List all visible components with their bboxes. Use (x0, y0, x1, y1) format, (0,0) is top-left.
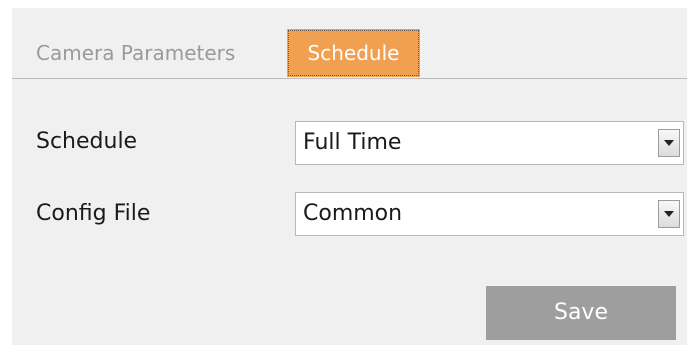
schedule-label: Schedule (36, 129, 138, 154)
config-file-label: Config File (36, 201, 151, 226)
chevron-down-icon[interactable] (658, 129, 680, 157)
schedule-select-value: Full Time (303, 130, 402, 155)
tab-schedule[interactable]: Schedule (287, 29, 420, 77)
schedule-select[interactable]: Full Time (295, 121, 684, 165)
config-file-select-value: Common (303, 201, 403, 226)
config-file-select[interactable]: Common (295, 192, 684, 236)
schedule-settings-panel: Camera Parameters Schedule Schedule Full… (12, 8, 687, 345)
tab-bar: Camera Parameters Schedule (12, 8, 687, 79)
tab-camera-parameters[interactable]: Camera Parameters (36, 29, 235, 77)
chevron-down-icon[interactable] (658, 200, 680, 228)
save-button[interactable]: Save (486, 286, 676, 340)
